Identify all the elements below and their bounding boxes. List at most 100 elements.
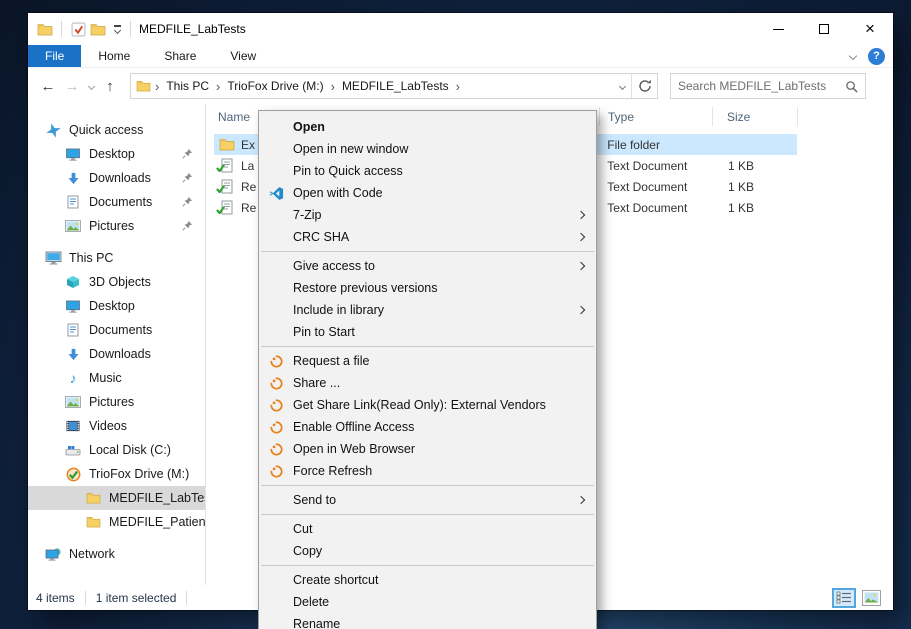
menu-item-open[interactable]: Open xyxy=(259,116,596,138)
sidebar-item-triofox-drive[interactable]: TrioFox Drive (M:) xyxy=(28,462,205,486)
breadcrumb-current-folder[interactable]: MEDFILE_LabTests xyxy=(337,79,454,93)
menu-item-pin-to-quick-access[interactable]: Pin to Quick access xyxy=(259,160,596,182)
menu-item-create-shortcut[interactable]: Create shortcut xyxy=(259,569,596,591)
sidebar-item-documents[interactable]: Documents xyxy=(28,318,205,342)
column-header-size[interactable]: Size xyxy=(713,107,798,126)
breadcrumb-triofox-drive[interactable]: TrioFox Drive (M:) xyxy=(222,79,328,93)
address-folder-icon xyxy=(136,80,151,92)
details-view-button[interactable] xyxy=(832,587,856,608)
triofox-icon xyxy=(259,376,293,390)
menu-item-7zip[interactable]: 7-Zip xyxy=(259,204,596,226)
sidebar-item-quick-access[interactable]: Quick access xyxy=(28,118,205,142)
close-button[interactable]: × xyxy=(847,13,893,45)
desktop-icon xyxy=(64,148,82,161)
sidebar-item-this-pc[interactable]: This PC xyxy=(28,246,205,270)
menu-item-crc-sha[interactable]: CRC SHA xyxy=(259,226,596,248)
desktop: MEDFILE_LabTests × File Home Share View … xyxy=(0,0,911,629)
sidebar-item-videos[interactable]: Videos xyxy=(28,414,205,438)
sync-check-icon xyxy=(216,203,225,215)
menu-item-force-refresh[interactable]: Force Refresh xyxy=(259,460,596,482)
sidebar-item-pictures-pinned[interactable]: Pictures xyxy=(28,214,205,238)
menu-item-share[interactable]: Share ... xyxy=(259,372,596,394)
menu-item-enable-offline-access[interactable]: Enable Offline Access xyxy=(259,416,596,438)
submenu-arrow-icon xyxy=(576,232,586,242)
breadcrumb-separator: › xyxy=(455,78,460,94)
text-document-synced-icon xyxy=(216,179,236,194)
sidebar-item-medfile-patientinfo[interactable]: MEDFILE_PatientInfo xyxy=(28,510,205,534)
menu-item-include-in-library[interactable]: Include in library xyxy=(259,299,596,321)
menu-item-send-to[interactable]: Send to xyxy=(259,489,596,511)
up-button[interactable]: ↑ xyxy=(98,74,122,98)
menu-item-cut[interactable]: Cut xyxy=(259,518,596,540)
menu-separator xyxy=(261,485,594,486)
menu-item-give-access-to[interactable]: Give access to xyxy=(259,255,596,277)
file-type: Text Document xyxy=(607,158,688,173)
menu-item-delete[interactable]: Delete xyxy=(259,591,596,613)
sidebar-item-downloads[interactable]: Downloads xyxy=(28,342,205,366)
recent-locations-dropdown-icon[interactable] xyxy=(84,82,98,90)
triofox-icon xyxy=(259,398,293,412)
column-header-type[interactable]: Type xyxy=(600,107,713,126)
sidebar-item-downloads-pinned[interactable]: Downloads xyxy=(28,166,205,190)
sidebar-item-pictures[interactable]: Pictures xyxy=(28,390,205,414)
network-icon xyxy=(44,547,62,561)
file-type: Text Document xyxy=(607,179,688,194)
tab-home[interactable]: Home xyxy=(81,45,147,67)
breadcrumb-this-pc[interactable]: This PC xyxy=(161,79,214,93)
sidebar-item-music[interactable]: ♪ Music xyxy=(28,366,205,390)
submenu-arrow-icon xyxy=(576,305,586,315)
menu-item-rename[interactable]: Rename xyxy=(259,613,596,629)
selection-count: 1 item selected xyxy=(95,590,177,605)
explorer-folder-icon xyxy=(35,19,55,39)
menu-item-pin-to-start[interactable]: Pin to Start xyxy=(259,321,596,343)
sidebar-item-network[interactable]: Network xyxy=(28,542,205,566)
menu-item-restore-previous-versions[interactable]: Restore previous versions xyxy=(259,277,596,299)
sync-check-icon xyxy=(216,161,225,173)
divider xyxy=(186,590,188,605)
search-input[interactable] xyxy=(678,79,845,93)
forward-button[interactable]: → xyxy=(60,74,84,98)
maximize-button[interactable] xyxy=(801,13,847,45)
menu-item-open-in-new-window[interactable]: Open in new window xyxy=(259,138,596,160)
divider xyxy=(130,21,131,37)
menu-item-get-share-link[interactable]: Get Share Link(Read Only): External Vend… xyxy=(259,394,596,416)
divider xyxy=(84,590,86,605)
help-icon[interactable]: ? xyxy=(868,47,885,65)
sidebar-item-medfile-labtests[interactable]: MEDFILE_LabTests xyxy=(28,486,205,510)
back-button[interactable]: ← xyxy=(36,74,60,98)
sidebar-item-3d-objects[interactable]: 3D Objects xyxy=(28,270,205,294)
sidebar-item-desktop[interactable]: Desktop xyxy=(28,294,205,318)
menu-separator xyxy=(261,346,594,347)
sidebar-item-documents-pinned[interactable]: Documents xyxy=(28,190,205,214)
tab-file[interactable]: File xyxy=(28,45,82,67)
properties-check-icon[interactable] xyxy=(68,19,88,39)
pictures-icon xyxy=(64,220,82,232)
divider xyxy=(61,21,62,37)
triofox-icon xyxy=(259,420,293,434)
navigation-pane: Quick access Desktop Downloads Documents… xyxy=(28,104,206,585)
sidebar-item-desktop-pinned[interactable]: Desktop xyxy=(28,142,205,166)
new-folder-icon[interactable] xyxy=(88,19,108,39)
search-icon[interactable] xyxy=(845,80,858,93)
file-name: Re xyxy=(241,200,257,215)
file-size: 1 KB xyxy=(727,200,754,215)
refresh-icon[interactable] xyxy=(638,79,652,93)
menu-item-copy[interactable]: Copy xyxy=(259,540,596,562)
this-pc-icon xyxy=(44,251,62,265)
customize-qat-dropdown-icon[interactable] xyxy=(110,25,124,35)
tab-view[interactable]: View xyxy=(213,45,273,67)
address-bar[interactable]: › This PC › TrioFox Drive (M:) › MEDFILE… xyxy=(130,73,658,99)
menu-item-open-with-code[interactable]: Open with Code xyxy=(259,182,596,204)
address-dropdown-icon[interactable] xyxy=(618,82,627,90)
hard-drive-icon xyxy=(64,445,82,456)
menu-item-open-in-web-browser[interactable]: Open in Web Browser xyxy=(259,438,596,460)
menu-item-request-a-file[interactable]: Request a file xyxy=(259,350,596,372)
tab-share[interactable]: Share xyxy=(147,45,213,67)
minimize-button[interactable] xyxy=(755,13,801,45)
sidebar-item-local-disk-c[interactable]: Local Disk (C:) xyxy=(28,438,205,462)
submenu-arrow-icon xyxy=(576,210,586,220)
menu-separator xyxy=(261,251,594,252)
expand-ribbon-icon[interactable] xyxy=(848,51,858,61)
file-type: File folder xyxy=(607,137,660,152)
large-icons-view-button[interactable] xyxy=(862,589,881,606)
